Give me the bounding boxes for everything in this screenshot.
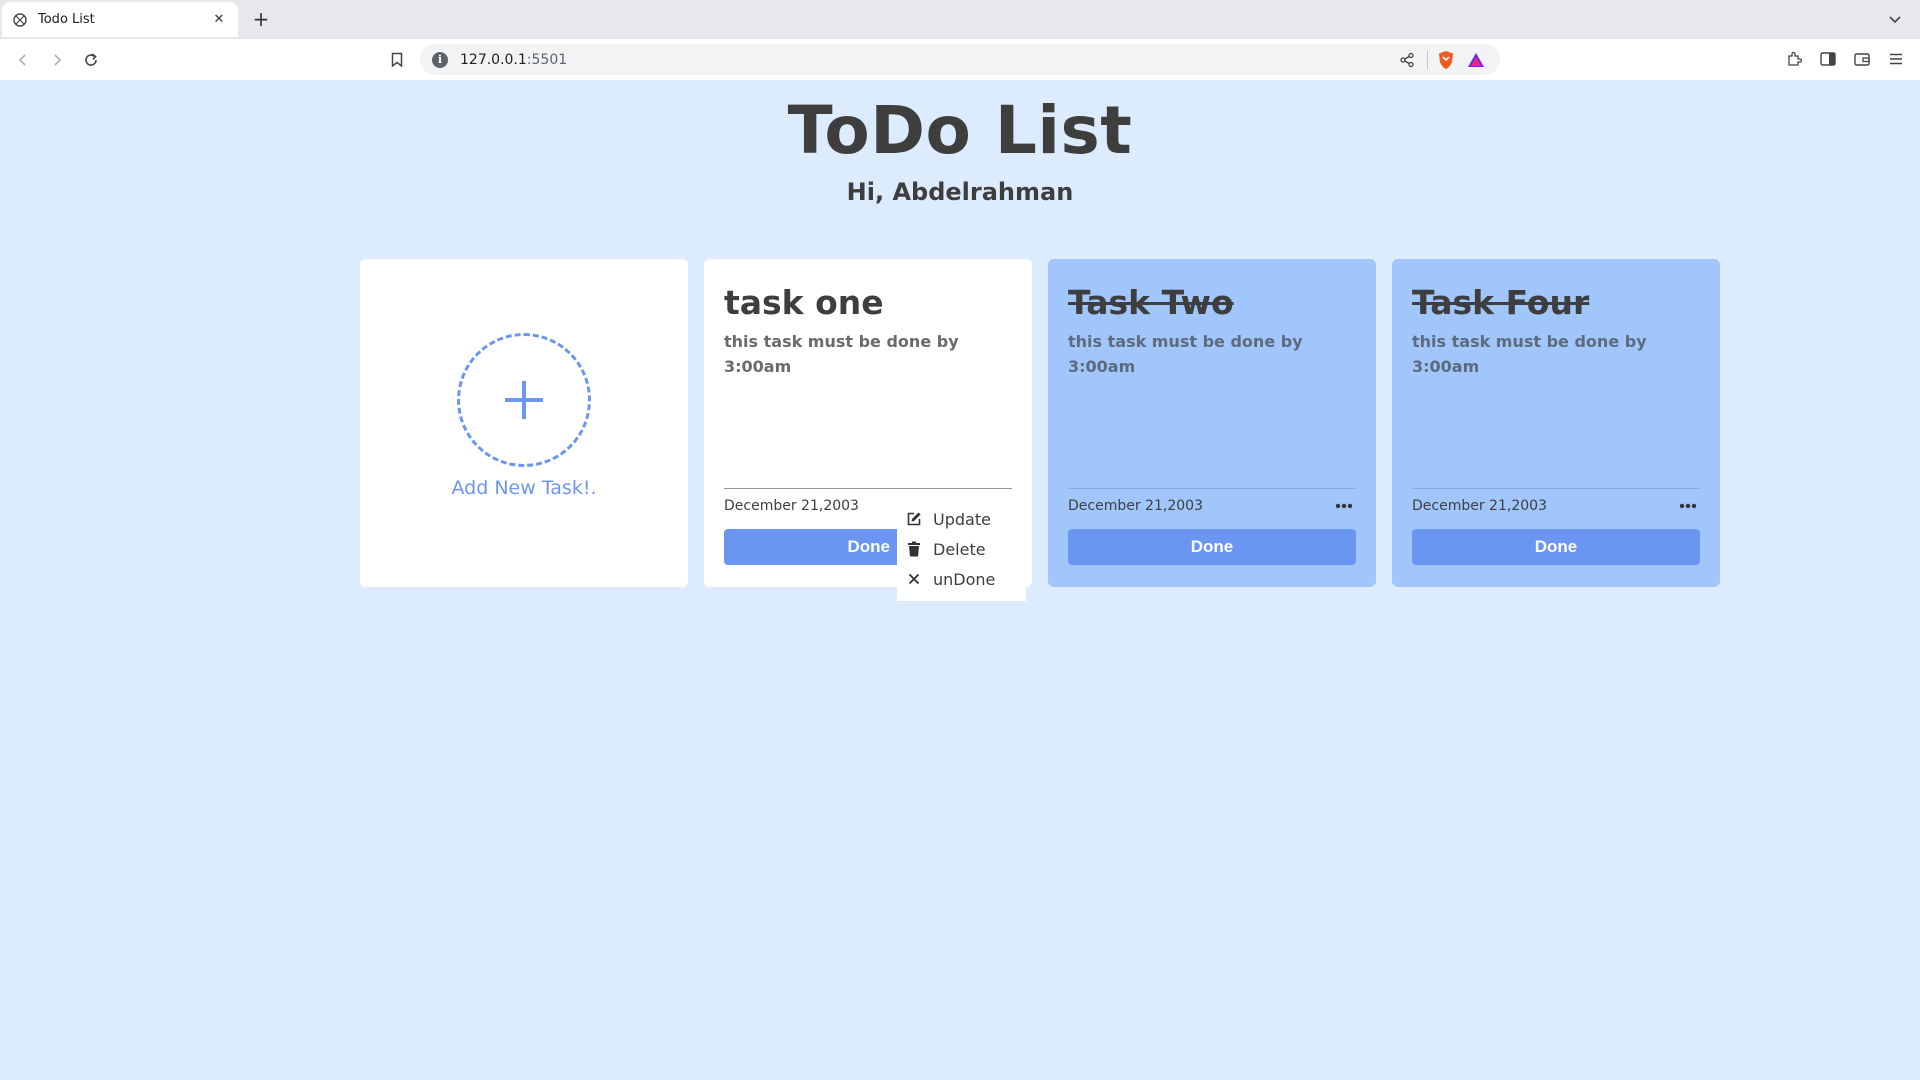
wallet-icon[interactable] [1850, 47, 1874, 71]
task-card: Task Two this task must be done by 3:00a… [1048, 259, 1376, 587]
menu-item-label: Update [933, 509, 991, 529]
reload-icon[interactable] [80, 49, 102, 71]
add-task-button[interactable] [457, 333, 591, 467]
menu-item-delete[interactable]: Delete [897, 534, 1026, 564]
page-title: ToDo List [787, 92, 1133, 169]
divider [724, 488, 1012, 489]
forward-icon[interactable] [46, 49, 68, 71]
task-date: December 21,2003 [1068, 498, 1203, 514]
more-options-icon[interactable] [1332, 498, 1356, 514]
done-button[interactable]: Done [1068, 529, 1356, 565]
task-description: this task must be done by 3:00am [1412, 332, 1647, 376]
task-title: Task Two [1068, 283, 1234, 322]
sidebar-icon[interactable] [1816, 47, 1840, 71]
url-text: 127.0.0.1:5501 [460, 51, 568, 68]
globe-icon [12, 12, 28, 28]
menu-item-label: Delete [933, 539, 986, 559]
brave-rewards-icon[interactable] [1464, 48, 1488, 72]
new-tab-button[interactable]: + [250, 7, 272, 31]
menu-item-label: unDone [933, 569, 996, 589]
todo-page: ToDo List Hi, Abdelrahman Add New Task!.… [0, 80, 1920, 1080]
task-context-menu: Update Delete unDone [897, 498, 1026, 601]
task-description: this task must be done by 3:00am [1068, 332, 1303, 376]
extensions-icon[interactable] [1782, 47, 1806, 71]
browser-right-tools [1782, 47, 1908, 71]
task-date: December 21,2003 [1412, 498, 1547, 514]
browser-toolbar: i 127.0.0.1:5501 [0, 39, 1920, 80]
tab-title: Todo List [38, 12, 95, 27]
browser-tab[interactable]: Todo List ✕ [2, 2, 238, 37]
menu-item-update[interactable]: Update [897, 504, 1026, 534]
divider [1068, 488, 1356, 489]
greeting: Hi, Abdelrahman [846, 178, 1074, 206]
task-title: Task Four [1412, 283, 1590, 322]
bookmark-icon[interactable] [386, 49, 408, 71]
close-icon [905, 570, 923, 588]
share-icon[interactable] [1395, 48, 1419, 72]
site-info-icon[interactable]: i [432, 51, 448, 68]
address-bar[interactable]: i 127.0.0.1:5501 [420, 44, 1500, 75]
edit-icon [905, 510, 923, 528]
task-description: this task must be done by 3:00am [724, 332, 959, 376]
chevron-down-icon[interactable] [1886, 10, 1904, 28]
task-date: December 21,2003 [724, 498, 859, 514]
done-button[interactable]: Done [724, 529, 898, 565]
task-title: task one [724, 283, 884, 322]
menu-item-undone[interactable]: unDone [897, 564, 1026, 594]
plus-icon [505, 381, 543, 419]
close-icon[interactable]: ✕ [210, 11, 228, 29]
browser-tab-bar: Todo List ✕ + [0, 0, 1920, 39]
add-task-card[interactable]: Add New Task!. [360, 259, 688, 587]
menu-icon[interactable] [1884, 47, 1908, 71]
url-separator [1427, 50, 1428, 69]
more-options-icon[interactable] [1676, 498, 1700, 514]
divider [1412, 488, 1700, 489]
task-card: Task Four this task must be done by 3:00… [1392, 259, 1720, 587]
back-icon[interactable] [12, 49, 34, 71]
add-task-label[interactable]: Add New Task!. [360, 477, 688, 499]
brave-shield-icon[interactable] [1434, 48, 1458, 72]
trash-icon [905, 540, 923, 558]
done-button[interactable]: Done [1412, 529, 1700, 565]
